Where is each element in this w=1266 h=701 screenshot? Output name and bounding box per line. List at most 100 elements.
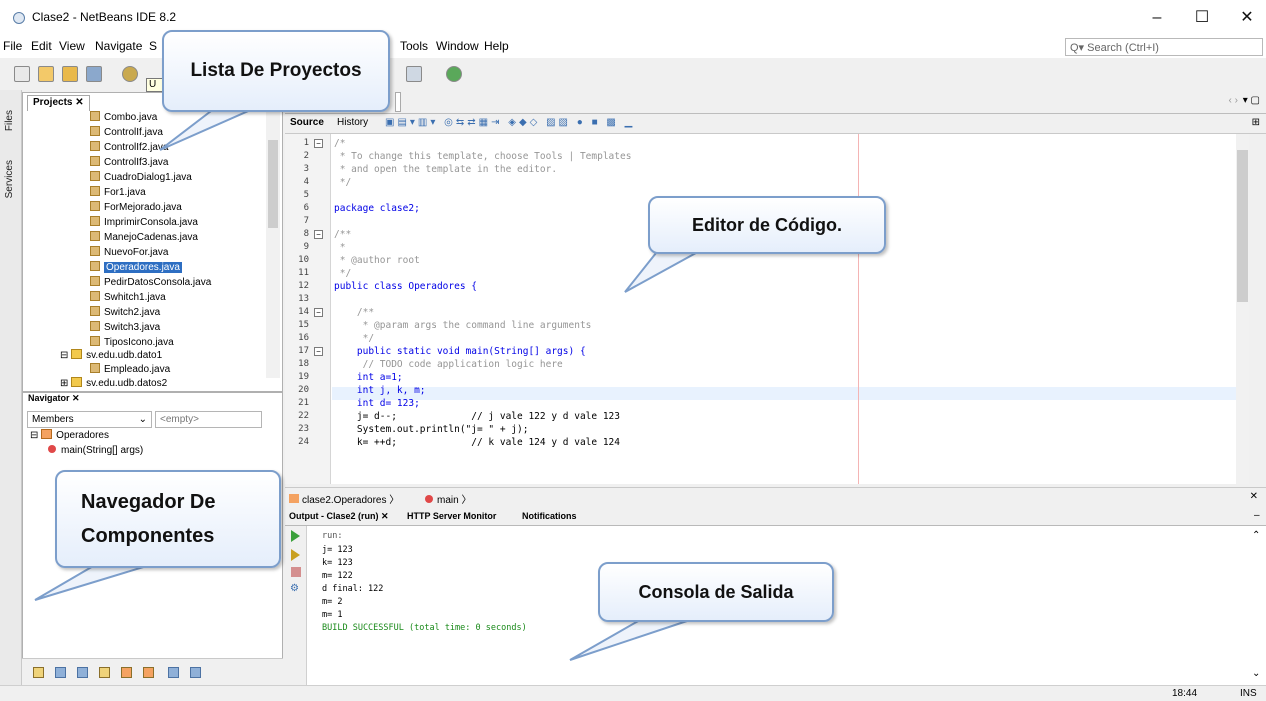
java-file-icon (90, 126, 100, 136)
menu-navigate[interactable]: Navigate (95, 39, 142, 53)
editor-scroll-thumb[interactable] (1237, 150, 1248, 302)
tree-file-item[interactable]: Switch3.java (90, 320, 160, 335)
line-number: 12 (298, 281, 309, 291)
code-line: * (334, 242, 346, 253)
filter-icon[interactable] (143, 667, 154, 678)
file-label: ForMejorado.java (104, 202, 182, 213)
menu-help[interactable]: Help (484, 39, 509, 53)
tree-file-item[interactable]: Swhitch1.java (90, 290, 166, 305)
tree-file-item[interactable]: ControlIf.java (90, 125, 163, 140)
tree-file-item[interactable]: CuadroDialog1.java (90, 170, 192, 185)
tree-file-item[interactable]: PedirDatosConsola.java (90, 275, 211, 290)
new-file-icon[interactable] (14, 66, 30, 82)
filter-icon[interactable] (99, 667, 110, 678)
services-tab[interactable]: Services (4, 160, 15, 198)
tree-file-item[interactable]: ForMejorado.java (90, 200, 182, 215)
tree-package-item[interactable]: ⊞ sv.edu.udb.datos2 (60, 376, 167, 391)
file-label: ManejoCadenas.java (104, 232, 198, 243)
tree-file-item[interactable]: ManejoCadenas.java (90, 230, 198, 245)
navigator-method-item[interactable]: main(String[] args) (48, 443, 143, 458)
menu-window[interactable]: Window (436, 39, 479, 53)
tree-package-item[interactable]: ⊟ sv.edu.udb.dato1 (60, 348, 162, 363)
minimize-button[interactable]: – (1145, 6, 1169, 30)
tree-file-item[interactable]: ImprimirConsola.java (90, 215, 198, 230)
history-tab[interactable]: History (337, 117, 368, 128)
editor-toolbar: Source History ▣▤▾▥▾ ◎⇆⇄▦⇥ ◈◆◇ ▨▧ ● ■ ▩ … (285, 114, 1266, 134)
tab-output[interactable]: Output - Clase2 (run) ✕ (289, 511, 389, 522)
projects-tab[interactable]: Projects ✕ (27, 95, 90, 111)
tab-operadores[interactable] (395, 92, 401, 112)
build-icon[interactable] (406, 66, 422, 82)
undo-icon[interactable] (122, 66, 138, 82)
filter-dropdown[interactable]: <empty> (155, 411, 262, 428)
maximize-button[interactable]: ☐ (1190, 6, 1214, 30)
search-input[interactable]: Q▾ Search (Ctrl+I) (1065, 38, 1263, 56)
collapse-icon[interactable]: ⊟ (60, 350, 71, 361)
class-label: Operadores (56, 430, 109, 441)
fold-icon[interactable]: − (314, 347, 323, 356)
tab-http-monitor[interactable]: HTTP Server Monitor (407, 511, 496, 521)
expand-icon[interactable]: ⊞ (60, 378, 71, 389)
tree-file-item[interactable]: Combo.java (90, 110, 157, 125)
close-breadcrumb-icon[interactable]: ✕ (1250, 491, 1258, 502)
fold-icon[interactable]: − (314, 308, 323, 317)
collapse-icon[interactable]: ⊟ (30, 430, 41, 441)
scroll-down-icon[interactable]: ⌄ (1252, 668, 1260, 679)
menu-edit[interactable]: Edit (31, 39, 52, 53)
filter-icon[interactable] (121, 667, 132, 678)
scroll-up-icon[interactable]: ⌃ (1252, 530, 1260, 541)
new-project-icon[interactable] (38, 66, 54, 82)
run-project-icon[interactable] (446, 66, 462, 82)
minimize-panel-icon[interactable]: – (1254, 510, 1260, 521)
output-line: m= 122 (322, 571, 353, 581)
netbeans-logo-icon (13, 12, 25, 24)
window-menu-icon[interactable]: ▾ ▢ (1243, 95, 1260, 106)
line-number: 22 (298, 411, 309, 421)
split-icon[interactable]: ⊞ (1252, 117, 1260, 128)
open-project-icon[interactable] (62, 66, 78, 82)
sort-icon[interactable] (168, 667, 179, 678)
filter-icon[interactable] (77, 667, 88, 678)
navigator-class-item[interactable]: ⊟ Operadores (30, 428, 109, 443)
menu-file[interactable]: File (3, 39, 22, 53)
menu-source[interactable]: S (149, 39, 157, 53)
line-number: 19 (298, 372, 309, 382)
code-line: int a=1; (334, 372, 403, 383)
editor-tool-icons[interactable]: ▣▤▾▥▾ ◎⇆⇄▦⇥ ◈◆◇ ▨▧ ● ■ ▩ ▁ (385, 117, 635, 128)
right-margin-line (858, 134, 859, 484)
tree-file-item[interactable]: NuevoFor.java (90, 245, 168, 260)
tree-file-item[interactable]: ControlIf2.java (90, 140, 168, 155)
tree-file-item[interactable]: For1.java (90, 185, 146, 200)
rerun-icon[interactable] (291, 530, 300, 542)
breadcrumb-class[interactable]: clase2.Operadores 〉 (289, 491, 399, 506)
fold-icon[interactable]: − (314, 139, 323, 148)
line-number: 17 (298, 346, 309, 356)
save-all-icon[interactable] (86, 66, 102, 82)
filter-icon[interactable] (33, 667, 44, 678)
tab-scroll-icon[interactable]: ‹ › (1229, 95, 1238, 106)
breadcrumb-method[interactable]: main 〉 (425, 491, 471, 506)
tab-notifications[interactable]: Notifications (522, 511, 577, 521)
file-label: PedirDatosConsola.java (104, 277, 212, 288)
file-label: For1.java (104, 187, 146, 198)
projects-scroll-thumb[interactable] (268, 140, 278, 228)
tree-file-item[interactable]: ControlIf3.java (90, 155, 168, 170)
stop-icon[interactable] (291, 567, 301, 577)
fold-icon[interactable]: − (314, 230, 323, 239)
tree-file-item[interactable]: Switch2.java (90, 305, 160, 320)
source-tab[interactable]: Source (290, 117, 324, 128)
settings-icon[interactable]: ⚙ (290, 583, 299, 594)
rerun-config-icon[interactable] (291, 549, 300, 561)
menu-view[interactable]: View (59, 39, 85, 53)
close-button[interactable]: ✕ (1235, 6, 1259, 30)
menu-tools[interactable]: Tools (400, 39, 428, 53)
navigator-tab[interactable]: Navigator ✕ (28, 393, 80, 404)
members-dropdown[interactable]: Members ⌄ (27, 411, 152, 428)
filter-icon[interactable] (55, 667, 66, 678)
callout-navigator: Navegador De Componentes (55, 470, 281, 568)
tree-file-item-selected[interactable]: Operadores.java (90, 260, 182, 275)
sort-icon[interactable] (190, 667, 201, 678)
tree-file-item[interactable]: Empleado.java (90, 362, 170, 377)
line-number: 24 (298, 437, 309, 447)
files-tab[interactable]: Files (4, 110, 15, 131)
